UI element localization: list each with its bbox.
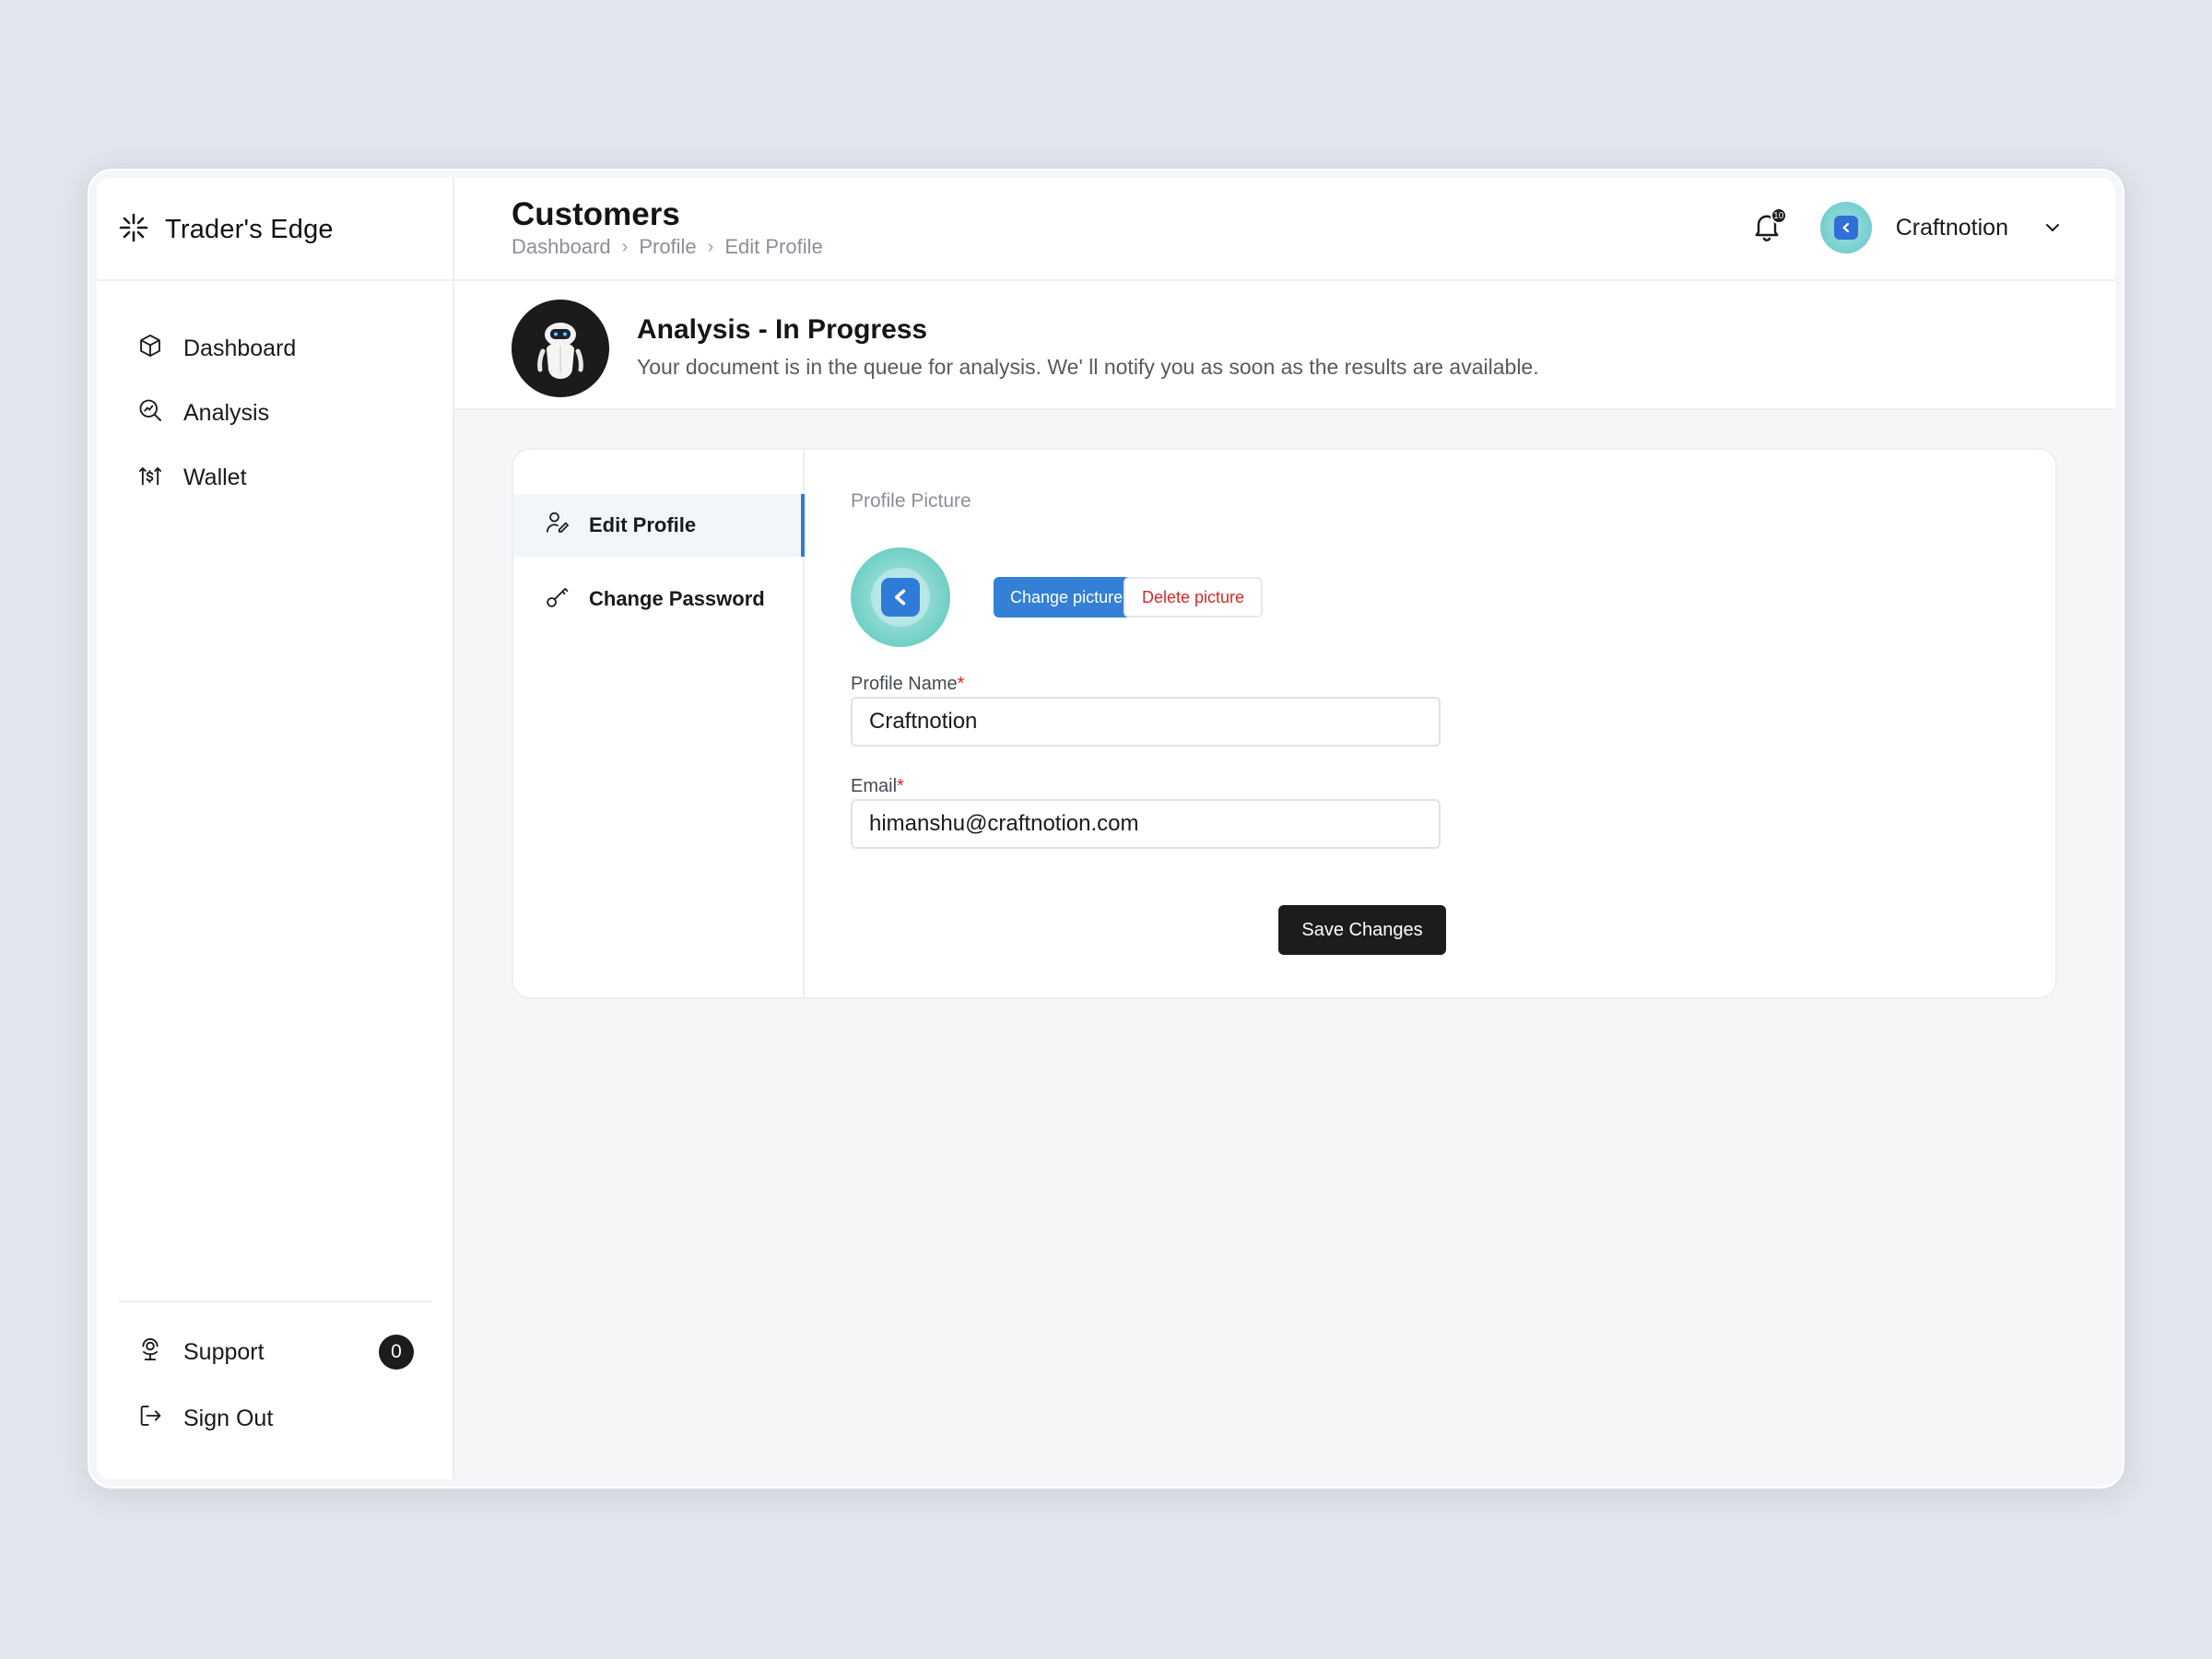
sidebar-item-dashboard[interactable]: Dashboard xyxy=(137,316,296,381)
brand-name: Trader's Edge xyxy=(165,214,334,244)
support-count-badge: 0 xyxy=(379,1335,414,1370)
required-mark: * xyxy=(897,776,904,796)
analysis-banner: Analysis - In Progress Your document is … xyxy=(454,281,2115,410)
sidebar-item-analysis[interactable]: Analysis xyxy=(137,381,296,445)
cube-icon xyxy=(137,333,163,365)
tab-edit-profile[interactable]: Edit Profile xyxy=(513,494,805,557)
sidebar-item-wallet[interactable]: Wallet xyxy=(137,445,296,510)
app-logo-icon xyxy=(1833,216,1858,240)
breadcrumb-item-profile[interactable]: Profile xyxy=(639,235,696,259)
required-mark: * xyxy=(957,674,965,694)
chevron-right-icon: › xyxy=(621,236,629,257)
sidebar-item-label: Sign Out xyxy=(183,1405,274,1431)
divider xyxy=(119,1300,432,1302)
sidebar-item-label: Analysis xyxy=(183,399,270,426)
section-label: Profile Picture xyxy=(851,490,971,512)
edit-profile-form: Profile Picture Change picture Delete pi… xyxy=(851,450,2055,997)
sparkle-icon xyxy=(119,213,148,247)
tab-change-password[interactable]: Change Password xyxy=(513,568,805,630)
notifications-button[interactable]: 10 xyxy=(1750,207,1787,248)
profile-tabs: Edit Profile Change Password xyxy=(513,450,805,997)
header-actions: 10 Craftnotion xyxy=(1750,200,2064,255)
sidebar: Trader's Edge Dashboard Analysis Wallet … xyxy=(97,178,454,1479)
breadcrumb-item-dashboard[interactable]: Dashboard xyxy=(512,235,611,259)
chevron-right-icon: › xyxy=(707,236,714,257)
delete-picture-button[interactable]: Delete picture xyxy=(1124,577,1264,618)
profile-picture xyxy=(851,547,950,647)
save-changes-button[interactable]: Save Changes xyxy=(1278,905,1446,955)
sidebar-nav: Dashboard Analysis Wallet xyxy=(137,316,296,510)
profile-name-label: Profile Name* xyxy=(851,674,964,695)
key-icon xyxy=(545,583,571,615)
notification-badge: 10 xyxy=(1770,207,1787,224)
sidebar-item-label: Dashboard xyxy=(183,335,297,361)
sidebar-item-label: Support xyxy=(183,1338,265,1365)
chevron-down-icon[interactable] xyxy=(2041,217,2064,239)
brand[interactable]: Trader's Edge xyxy=(119,211,334,248)
tab-label: Edit Profile xyxy=(589,513,697,536)
user-name[interactable]: Craftnotion xyxy=(1896,215,2008,241)
divider xyxy=(97,279,453,281)
banner-text: Your document is in the queue for analys… xyxy=(637,355,1539,379)
page-title: Customers xyxy=(512,196,680,232)
breadcrumb: Dashboard › Profile › Edit Profile xyxy=(512,235,823,259)
label-text: Profile Name xyxy=(851,674,958,694)
field-value: Craftnotion xyxy=(869,709,978,734)
bell-icon xyxy=(1750,215,1783,248)
sidebar-item-sign-out[interactable]: Sign Out xyxy=(137,1385,414,1452)
profile-name-field[interactable]: Craftnotion xyxy=(851,697,1441,747)
app-window: Trader's Edge Dashboard Analysis Wallet … xyxy=(97,178,2115,1479)
topbar: Customers Dashboard › Profile › Edit Pro… xyxy=(454,178,2115,281)
search-analytics-icon xyxy=(137,397,163,429)
avatar[interactable] xyxy=(1819,202,1872,253)
user-edit-icon xyxy=(545,510,571,541)
sidebar-bottom-nav: Support 0 Sign Out xyxy=(137,1319,414,1452)
email-field[interactable]: himanshu@craftnotion.com xyxy=(851,799,1441,849)
email-label: Email* xyxy=(851,776,904,797)
app-logo-icon xyxy=(881,578,920,617)
sidebar-item-label: Wallet xyxy=(183,464,247,490)
breadcrumb-item-edit-profile: Edit Profile xyxy=(724,235,823,258)
banner-title: Analysis - In Progress xyxy=(637,314,928,345)
wallet-arrows-icon xyxy=(137,462,163,494)
support-icon xyxy=(137,1336,163,1369)
field-value: himanshu@craftnotion.com xyxy=(869,811,1139,836)
profile-card: Edit Profile Change Password Profile Pic… xyxy=(512,448,2057,999)
tab-label: Change Password xyxy=(589,587,765,610)
sidebar-item-support[interactable]: Support 0 xyxy=(137,1319,414,1385)
profile-picture-ring xyxy=(871,568,930,627)
sign-out-icon xyxy=(137,1403,163,1435)
label-text: Email xyxy=(851,776,898,796)
change-picture-button[interactable]: Change picture xyxy=(994,577,1140,618)
robot-avatar xyxy=(512,300,609,397)
